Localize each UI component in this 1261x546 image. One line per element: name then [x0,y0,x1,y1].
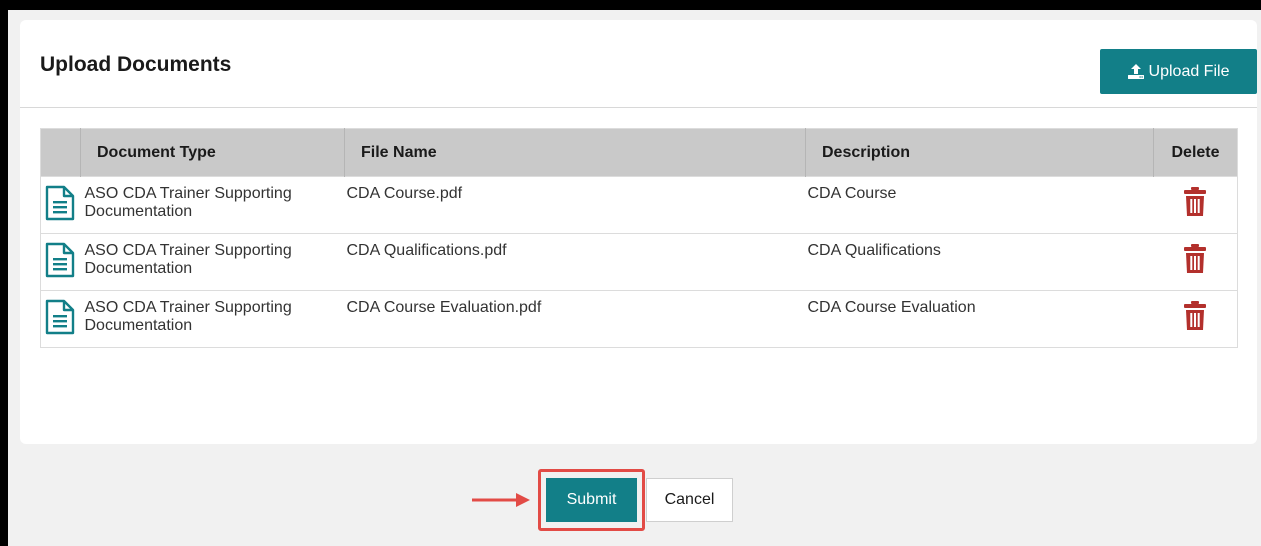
file-name-column-header: File Name [344,128,806,177]
upload-file-button[interactable]: Upload File [1100,49,1257,94]
document-icon[interactable] [45,299,81,335]
trash-icon[interactable] [1184,187,1207,222]
description-cell: CDA Course Evaluation [805,290,1154,348]
document-type-line: ASO CDA Trainer Supporting [84,299,292,316]
document-type-line: Documentation [84,260,193,277]
table-header-row: Document Type File Name Description Dele… [40,128,1238,177]
form-actions: Submit Cancel [8,469,1261,531]
description-cell: CDA Qualifications [805,233,1154,291]
cancel-button[interactable]: Cancel [646,478,733,522]
arrow-right-icon [472,492,532,513]
description-column-header: Description [805,128,1154,177]
trash-icon[interactable] [1184,244,1207,279]
document-type-line: Documentation [84,317,193,334]
document-type-line: ASO CDA Trainer Supporting [84,185,292,202]
page-title: Upload Documents [40,53,232,76]
document-type-line: Documentation [84,203,193,220]
document-icon[interactable] [45,185,81,221]
submit-button[interactable]: Submit [546,478,637,522]
file-name-cell: CDA Course.pdf [344,176,806,234]
document-type-line: ASO CDA Trainer Supporting [84,242,292,259]
description-cell: CDA Course [805,176,1154,234]
header-divider [20,107,1257,108]
delete-column-header: Delete [1153,128,1238,177]
trash-icon[interactable] [1184,301,1207,336]
file-name-cell: CDA Qualifications.pdf [344,233,806,291]
document-icon[interactable] [45,242,81,278]
documents-table: Document Type File Name Description Dele… [40,128,1238,348]
table-row: ASO CDA Trainer Supporting Documentation… [40,233,1238,291]
upload-icon [1127,64,1144,79]
file-name-cell: CDA Course Evaluation.pdf [344,290,806,348]
icon-column-header [40,128,81,177]
page-frame: Upload Documents Upload File Document Ty… [8,10,1261,546]
document-type-column-header: Document Type [80,128,345,177]
table-row: ASO CDA Trainer Supporting Documentation… [40,290,1238,348]
table-row: ASO CDA Trainer Supporting Documentation… [40,176,1238,234]
upload-file-label: Upload File [1148,62,1230,80]
upload-documents-panel: Upload Documents Upload File Document Ty… [20,20,1257,444]
